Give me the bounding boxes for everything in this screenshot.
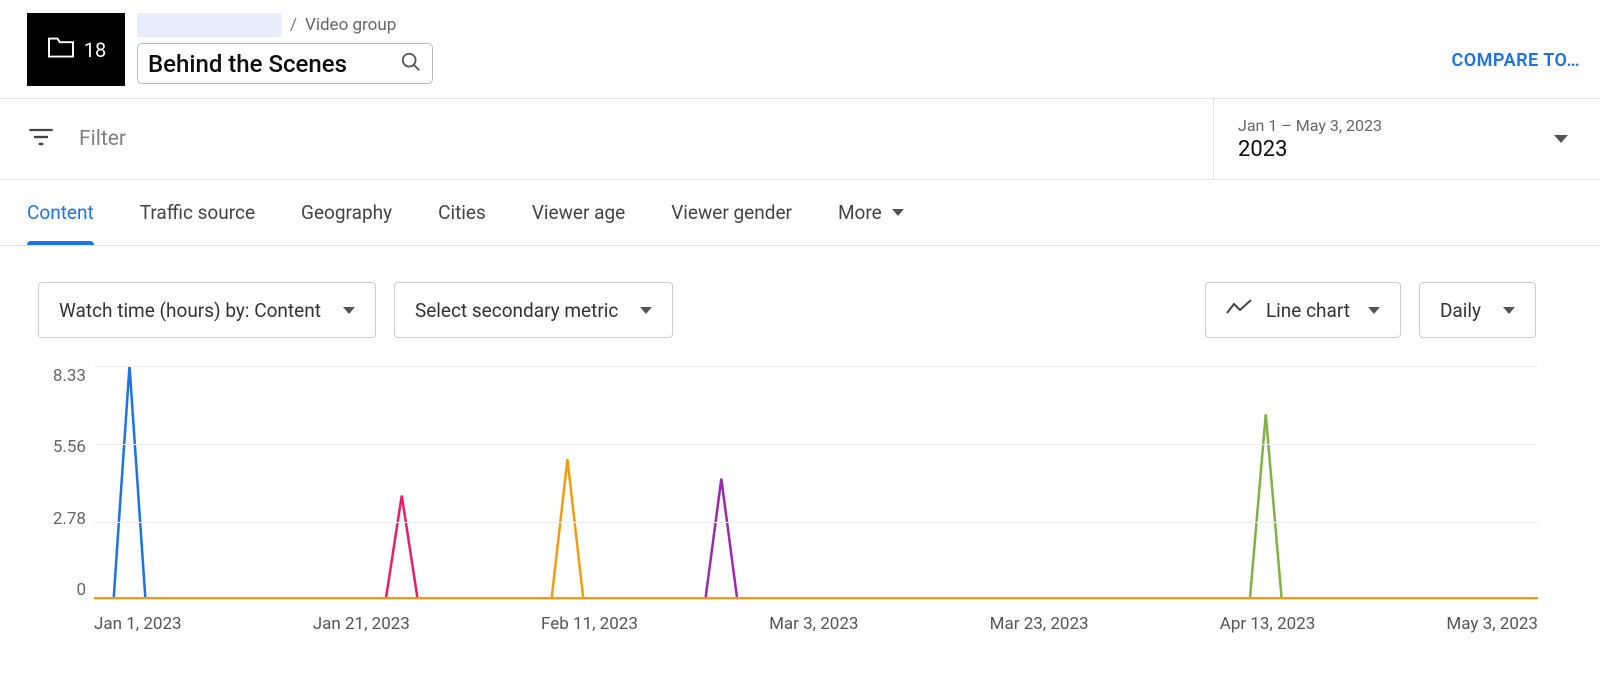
grid-line bbox=[94, 444, 1538, 445]
folder-icon bbox=[46, 35, 76, 64]
breadcrumb-current: Video group bbox=[305, 15, 396, 35]
filter-row: Filter Jan 1 – May 3, 2023 2023 bbox=[0, 99, 1600, 179]
x-tick: Mar 23, 2023 bbox=[990, 614, 1089, 634]
y-tick: 0 bbox=[76, 580, 86, 600]
chevron-down-icon bbox=[1368, 307, 1380, 314]
x-tick: May 3, 2023 bbox=[1446, 614, 1538, 634]
chart-controls: Watch time (hours) by: Content Select se… bbox=[0, 246, 1600, 338]
tab-traffic-source[interactable]: Traffic source bbox=[140, 181, 255, 244]
tabs: Content Traffic source Geography Cities … bbox=[0, 180, 1600, 246]
secondary-metric-label: Select secondary metric bbox=[415, 299, 618, 322]
search-icon[interactable] bbox=[400, 51, 422, 77]
search-field[interactable]: Behind the Scenes bbox=[137, 43, 433, 84]
x-tick: Jan 21, 2023 bbox=[313, 614, 410, 634]
chevron-down-icon bbox=[1554, 135, 1568, 143]
grid-line bbox=[94, 522, 1538, 523]
primary-metric-dropdown[interactable]: Watch time (hours) by: Content bbox=[38, 282, 376, 338]
y-tick: 2.78 bbox=[53, 509, 86, 529]
chart-x-axis: Jan 1, 2023 Jan 21, 2023 Feb 11, 2023 Mar 3… bbox=[94, 614, 1538, 634]
breadcrumb-parent[interactable] bbox=[137, 13, 282, 37]
chevron-down-icon bbox=[343, 307, 355, 314]
series-video-1 bbox=[114, 366, 146, 599]
search-value: Behind the Scenes bbox=[148, 50, 400, 78]
compare-to-button[interactable]: COMPARE TO… bbox=[1452, 50, 1581, 71]
secondary-metric-dropdown[interactable]: Select secondary metric bbox=[394, 282, 673, 338]
date-range: Jan 1 – May 3, 2023 bbox=[1238, 116, 1382, 135]
breadcrumb-sep: / bbox=[290, 15, 297, 35]
x-tick: Feb 11, 2023 bbox=[541, 614, 638, 634]
header: 18 / Video group Behind the Scenes COMPA… bbox=[0, 0, 1600, 98]
filter-icon bbox=[27, 126, 55, 152]
header-mid: / Video group Behind the Scenes bbox=[137, 13, 433, 84]
folder-badge[interactable]: 18 bbox=[27, 13, 125, 86]
date-range-picker[interactable]: Jan 1 – May 3, 2023 2023 bbox=[1213, 99, 1600, 179]
x-tick: Mar 3, 2023 bbox=[769, 614, 858, 634]
tab-viewer-age[interactable]: Viewer age bbox=[532, 181, 625, 244]
chart-plot-area[interactable] bbox=[94, 366, 1538, 600]
date-text: Jan 1 – May 3, 2023 2023 bbox=[1238, 116, 1382, 162]
x-tick: Apr 13, 2023 bbox=[1220, 614, 1316, 634]
series-video-3 bbox=[552, 459, 584, 599]
filter-placeholder: Filter bbox=[79, 127, 126, 151]
series-video-5 bbox=[1250, 414, 1282, 599]
primary-metric-label: Watch time (hours) by: Content bbox=[59, 299, 321, 322]
chart-type-label: Line chart bbox=[1266, 299, 1350, 322]
chart-type-dropdown[interactable]: Line chart bbox=[1205, 282, 1401, 338]
breadcrumb: / Video group bbox=[137, 13, 433, 37]
tab-cities[interactable]: Cities bbox=[438, 181, 486, 244]
tab-geography[interactable]: Geography bbox=[301, 181, 392, 244]
folder-count: 18 bbox=[84, 38, 106, 62]
date-preset: 2023 bbox=[1238, 137, 1382, 162]
chevron-down-icon bbox=[1503, 307, 1515, 314]
y-tick: 8.33 bbox=[53, 366, 86, 386]
chevron-down-icon bbox=[892, 209, 904, 216]
chart-baseline bbox=[94, 597, 1538, 599]
tab-viewer-gender[interactable]: Viewer gender bbox=[671, 181, 792, 244]
tab-more-label: More bbox=[838, 201, 882, 224]
chart-y-axis: 8.33 5.56 2.78 0 bbox=[38, 366, 94, 600]
tab-content[interactable]: Content bbox=[27, 181, 94, 244]
granularity-dropdown[interactable]: Daily bbox=[1419, 282, 1536, 338]
series-video-4 bbox=[705, 479, 737, 599]
x-tick: Jan 1, 2023 bbox=[94, 614, 182, 634]
grid-line bbox=[94, 366, 1538, 367]
y-tick: 5.56 bbox=[53, 437, 86, 457]
tab-more[interactable]: More bbox=[838, 181, 904, 244]
series-video-2 bbox=[386, 496, 418, 599]
line-chart-icon bbox=[1226, 298, 1252, 323]
filter-left[interactable]: Filter bbox=[0, 99, 1213, 179]
granularity-label: Daily bbox=[1440, 299, 1481, 322]
chart: 8.33 5.56 2.78 0 Jan 1, 2023 Jan 21, 2023 Feb… bbox=[0, 338, 1600, 634]
chevron-down-icon bbox=[640, 307, 652, 314]
